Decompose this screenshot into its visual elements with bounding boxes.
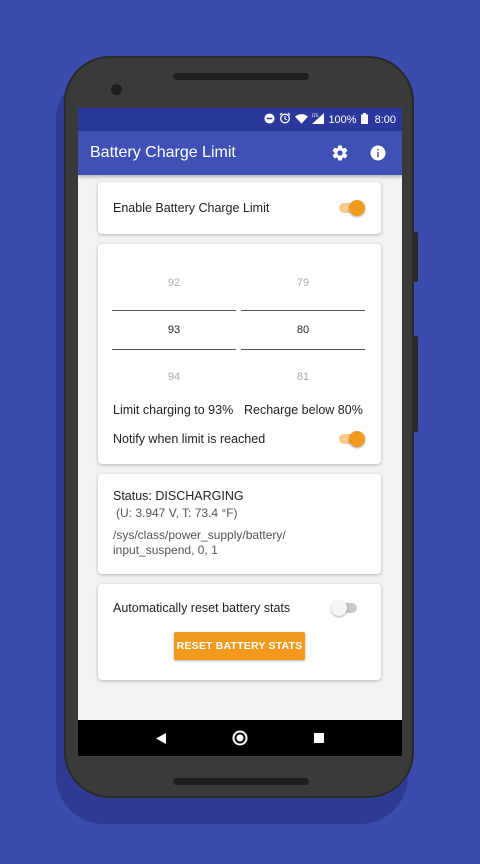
limit-charging-text: Limit charging to 93%	[113, 403, 234, 417]
recents-icon[interactable]	[310, 730, 328, 746]
svg-text:LTE: LTE	[312, 113, 319, 118]
reset-stats-card: Automatically reset battery stats RESET …	[98, 584, 381, 680]
signal-icon: LTE	[312, 112, 325, 127]
recharge-picker-prev: 79	[296, 277, 310, 289]
recharge-picker-next: 81	[296, 371, 310, 383]
home-icon[interactable]	[231, 730, 249, 746]
recharge-picker-divider-top	[241, 310, 365, 311]
limit-settings-card: 92 93 94 79 80 81 Limit charging to 93% …	[98, 244, 381, 464]
notify-label: Notify when limit is reached	[113, 432, 266, 446]
battery-icon	[360, 112, 368, 127]
limit-picker-prev: 92	[167, 277, 181, 289]
status-bar: LTE 100% 8:00	[78, 108, 402, 131]
screen: LTE 100% 8:00 Battery Charge Limit Enabl…	[78, 108, 402, 756]
recharge-number-picker[interactable]: 79 80 81	[241, 244, 365, 394]
wifi-icon	[295, 113, 309, 127]
notify-toggle[interactable]	[337, 431, 365, 447]
auto-reset-label: Automatically reset battery stats	[113, 601, 291, 615]
recharge-picker-value: 80	[296, 324, 310, 336]
enable-limit-card: Enable Battery Charge Limit	[98, 182, 381, 234]
earpiece-speaker	[173, 73, 309, 80]
recharge-picker-divider-bottom	[241, 349, 365, 350]
status-text: Status: DISCHARGING	[113, 489, 244, 503]
status-details: (U: 3.947 V, T: 73.4 °F)	[116, 506, 238, 520]
alarm-icon	[279, 112, 291, 127]
enable-limit-toggle[interactable]	[337, 200, 365, 216]
sysfs-path-line1: /sys/class/power_supply/battery/	[113, 528, 286, 542]
limit-picker-divider-top	[112, 310, 236, 311]
limit-picker-value: 93	[167, 324, 181, 336]
limit-number-picker[interactable]: 92 93 94	[112, 244, 236, 394]
sysfs-path-line2: input_suspend, 0, 1	[113, 543, 218, 557]
battery-percent: 100%	[328, 113, 357, 126]
info-icon[interactable]	[366, 141, 390, 165]
limit-picker-next: 94	[167, 371, 181, 383]
volume-button	[413, 232, 418, 282]
status-card: Status: DISCHARGING (U: 3.947 V, T: 73.4…	[98, 474, 381, 574]
dnd-icon	[264, 112, 275, 127]
navigation-bar	[78, 720, 402, 756]
app-bar: Battery Charge Limit	[78, 131, 402, 175]
phone-frame: LTE 100% 8:00 Battery Charge Limit Enabl…	[64, 56, 418, 798]
enable-limit-label: Enable Battery Charge Limit	[113, 201, 270, 215]
recharge-below-text: Recharge below 80%	[244, 403, 363, 417]
limit-picker-divider-bottom	[112, 349, 236, 350]
app-title: Battery Charge Limit	[90, 144, 236, 161]
clock: 8:00	[374, 113, 396, 126]
bottom-speaker	[173, 778, 309, 785]
reset-battery-stats-button[interactable]: RESET BATTERY STATS	[174, 632, 305, 660]
front-camera	[111, 84, 122, 95]
main-content: Enable Battery Charge Limit 92 93 94 79	[78, 175, 402, 720]
back-icon[interactable]	[152, 730, 170, 746]
power-button	[413, 336, 418, 432]
settings-icon[interactable]	[328, 141, 352, 165]
auto-reset-toggle[interactable]	[331, 600, 359, 616]
